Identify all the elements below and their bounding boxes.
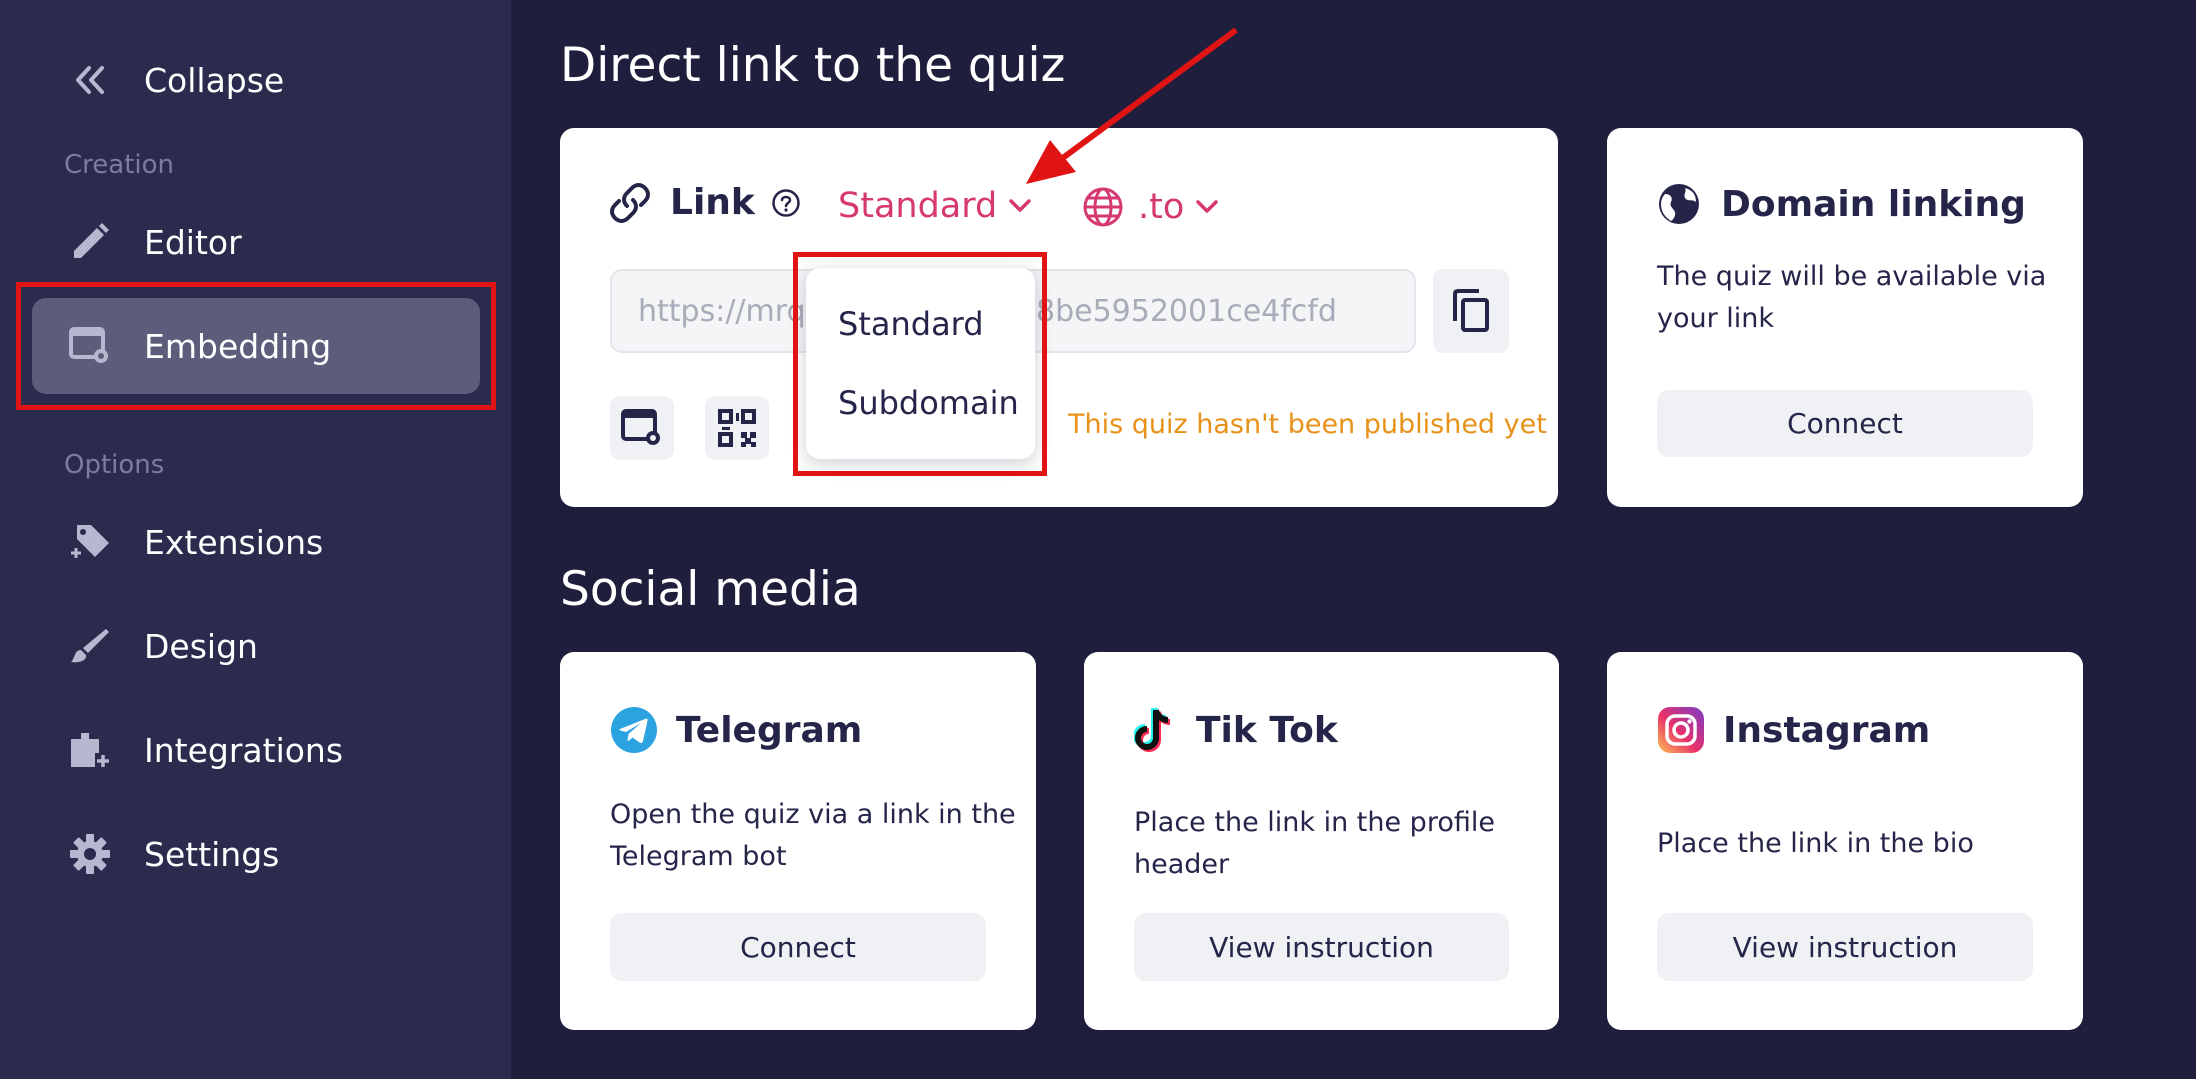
annotation-arrow (1026, 27, 1238, 184)
